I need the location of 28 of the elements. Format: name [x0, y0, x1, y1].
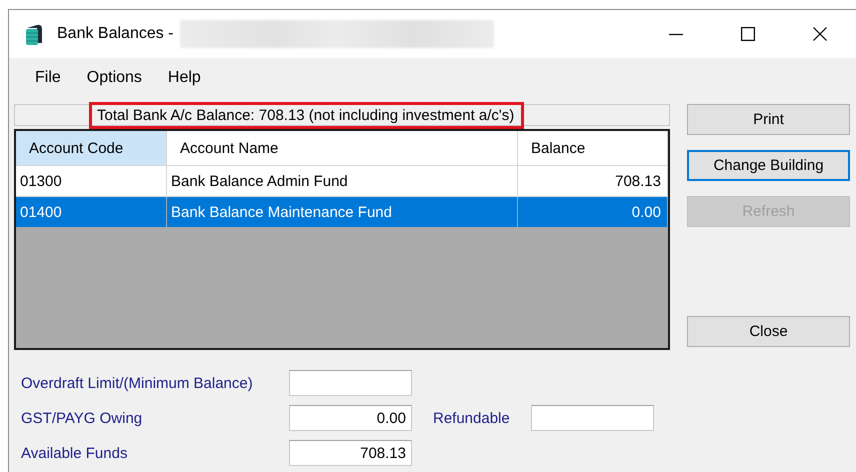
table-cell[interactable]: 0.00 — [518, 197, 668, 228]
field-label: Overdraft Limit/(Minimum Balance) — [21, 374, 254, 392]
push-button[interactable]: Close — [687, 316, 850, 347]
push-button[interactable]: Change Building — [687, 150, 850, 181]
menu-item[interactable]: Help — [158, 69, 210, 87]
table-cell[interactable]: Bank Balance Admin Fund — [167, 166, 518, 197]
menu-item[interactable]: File — [26, 69, 70, 87]
column-header[interactable]: Account Code — [16, 131, 167, 166]
window-title: Bank Balances - — [57, 25, 174, 43]
table-cell[interactable]: 01400 — [16, 197, 167, 228]
maximize-icon[interactable] — [741, 27, 755, 41]
column-header[interactable]: Balance — [518, 131, 668, 166]
table-cell[interactable]: 01300 — [16, 166, 167, 197]
column-header[interactable]: Account Name — [167, 131, 518, 166]
field-label: Available Funds — [21, 444, 128, 462]
field-label: GST/PAYG Owing — [21, 410, 144, 426]
coin-stack-icon — [25, 22, 43, 46]
menu-item[interactable]: Options — [78, 69, 151, 87]
text-field[interactable] — [289, 370, 412, 396]
push-button[interactable]: Print — [687, 104, 850, 135]
text-field[interactable]: 708.13 — [289, 440, 412, 466]
summary-text: Total Bank A/c Balance: 708.13 (not including investment a/c's) — [89, 102, 524, 129]
field-label: Refundable — [433, 410, 510, 426]
table-cell[interactable]: 708.13 — [518, 166, 668, 197]
close-icon[interactable] — [813, 27, 827, 41]
text-field[interactable]: 0.00 — [289, 405, 412, 431]
table-cell[interactable]: Bank Balance Maintenance Fund — [167, 197, 518, 228]
text-field[interactable] — [530, 405, 654, 431]
